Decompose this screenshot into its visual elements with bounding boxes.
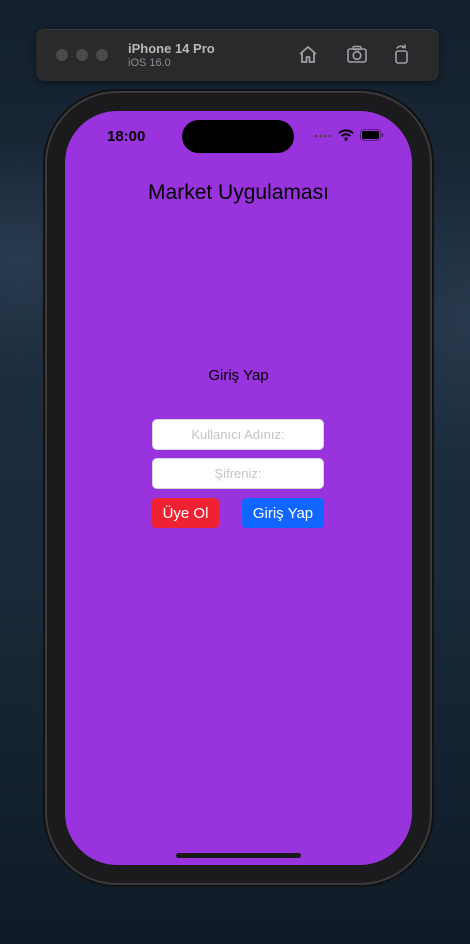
signup-button[interactable]: Üye Ol bbox=[152, 498, 219, 528]
password-input[interactable] bbox=[152, 458, 324, 489]
status-icons bbox=[314, 129, 384, 141]
close-window-button[interactable] bbox=[56, 49, 68, 61]
app-screen: 18:00 Market Uygulaması Giriş Yap Üye Ol… bbox=[65, 111, 412, 865]
home-indicator[interactable] bbox=[176, 853, 301, 858]
os-version: iOS 16.0 bbox=[128, 57, 171, 69]
login-button[interactable]: Giriş Yap bbox=[242, 498, 324, 528]
zoom-window-button[interactable] bbox=[96, 49, 108, 61]
simulator-toolbar: iPhone 14 Pro iOS 16.0 bbox=[36, 29, 439, 81]
screenshot-icon[interactable] bbox=[346, 43, 368, 65]
login-heading: Giriş Yap bbox=[208, 367, 269, 384]
signal-icon bbox=[314, 134, 331, 138]
battery-icon bbox=[360, 129, 384, 141]
rotate-icon[interactable] bbox=[391, 43, 413, 65]
device-name: iPhone 14 Pro bbox=[128, 41, 215, 56]
status-time: 18:00 bbox=[107, 128, 146, 145]
app-title: Market Uygulaması bbox=[148, 181, 329, 204]
dynamic-island bbox=[182, 120, 294, 153]
wifi-icon bbox=[338, 129, 354, 141]
home-icon[interactable] bbox=[297, 43, 319, 65]
minimize-window-button[interactable] bbox=[76, 49, 88, 61]
username-input[interactable] bbox=[152, 419, 324, 450]
